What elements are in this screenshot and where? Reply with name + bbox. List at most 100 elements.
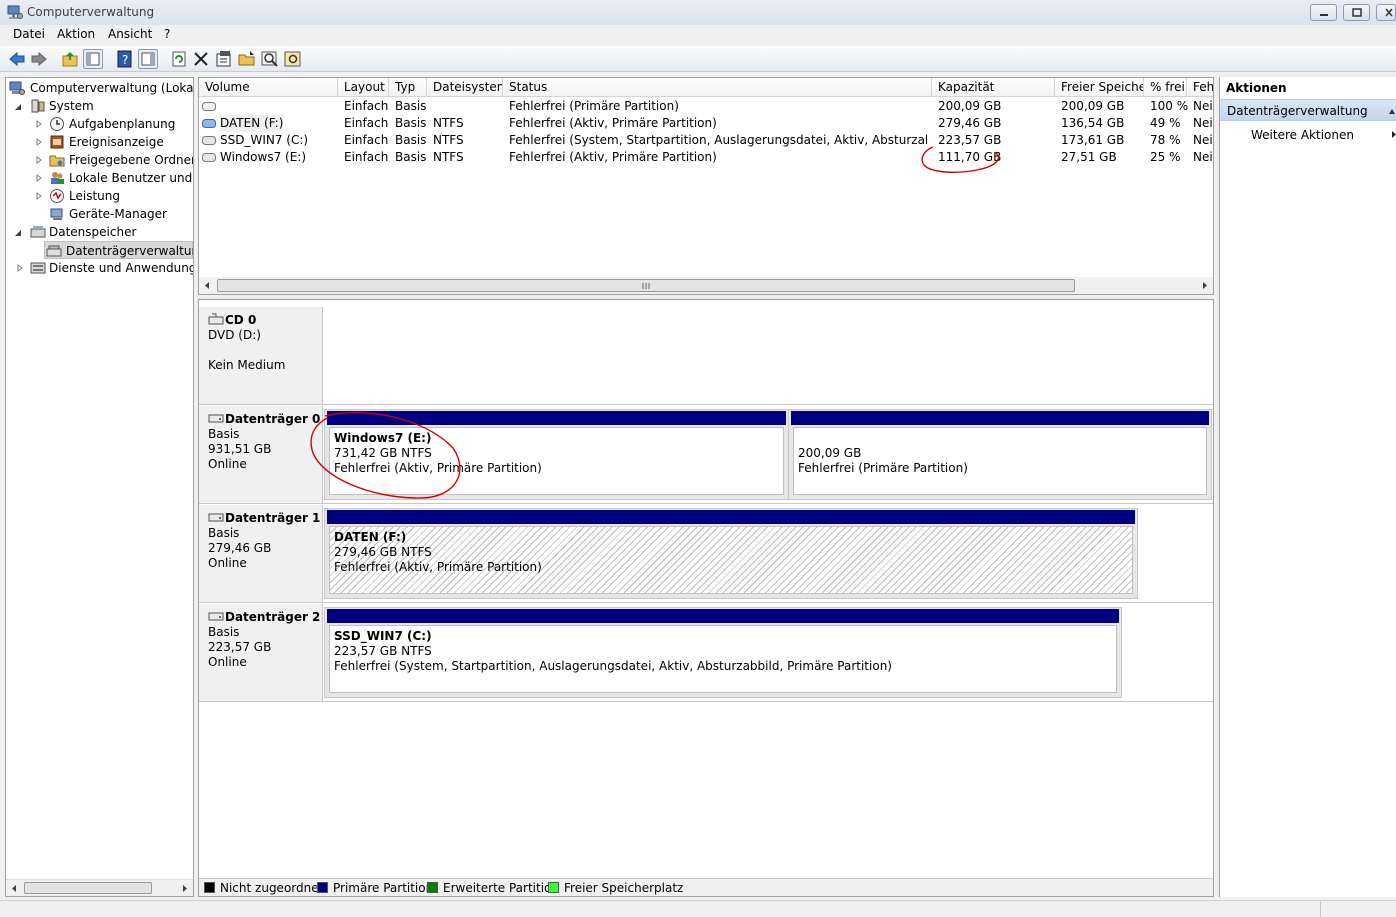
partition-daten[interactable]: DATEN (F:) 279,46 GB NTFS Fehlerfrei (Ak… [324,508,1138,599]
volume-list-horizontal-scrollbar[interactable] [199,277,1213,294]
volume-capacity: 200,09 GB [938,99,1002,113]
col-prozent-frei[interactable]: % frei [1144,78,1187,97]
up-folder-icon[interactable] [60,49,80,69]
volume-percent-free: 49 % [1150,116,1181,130]
volume-filesystem: NTFS [433,133,464,147]
volume-scroll-thumb[interactable] [217,279,1075,292]
task-scheduler-icon [50,117,64,131]
cdrom-drive-icon [208,313,224,325]
weitere-aktionen-link[interactable]: Weitere Aktionen [1251,128,1354,142]
collapsed-arrow-icon[interactable] [35,174,43,182]
disk-name: Datenträger 2 [225,610,321,624]
volume-row[interactable]: Einfach Basis Fehlerfrei (Primäre Partit… [199,98,1213,115]
col-status[interactable]: Status [503,78,932,97]
window-title: Computerverwaltung [27,5,155,19]
col-fehlertoleranz[interactable]: Feh [1187,78,1213,97]
disk-type: Basis [208,526,240,540]
col-volume[interactable]: Volume [199,78,338,97]
scroll-right-icon[interactable] [1201,281,1209,290]
scroll-left-icon[interactable] [203,281,211,290]
close-button[interactable] [1376,4,1396,21]
volume-free-space: 136,54 GB [1061,116,1125,130]
refresh-icon[interactable] [169,49,189,69]
disk-type: Basis [208,625,240,639]
maximize-button[interactable] [1343,4,1370,21]
col-kapazitaet[interactable]: Kapazität [932,78,1055,97]
forward-arrow-icon[interactable] [29,49,49,69]
legend-swatch-primary [317,882,328,893]
collapsed-arrow-icon[interactable] [35,192,43,200]
legend-swatch-unallocated [204,882,215,893]
actions-section-header[interactable]: Datenträgerverwaltung [1220,99,1396,121]
delete-icon[interactable] [191,49,211,69]
back-arrow-icon[interactable] [7,49,27,69]
volume-row[interactable]: SSD_WIN7 (C:) Einfach Basis NTFS Fehlerf… [199,132,1213,149]
tree-item-datentraegerverwaltung[interactable]: Datenträgerverwaltung [44,241,193,259]
menu-datei[interactable]: Datei [13,27,45,41]
disk-management-icon [46,245,62,257]
disk-row-0[interactable]: Datenträger 0 Basis 931,51 GB Online Win… [199,406,1213,504]
volume-layout: Einfach [344,150,389,164]
col-typ[interactable]: Typ [389,78,427,97]
volume-status: Fehlerfrei (System, Startpartition, Ausl… [509,133,927,147]
volume-fault-tolerance: Nein [1193,150,1213,164]
partition-size: 223,57 GB NTFS [334,644,432,658]
open-folder-icon[interactable] [237,49,257,69]
hard-disk-icon [208,414,224,423]
settings-icon[interactable] [283,49,303,69]
services-icon [30,262,46,274]
volume-status: Fehlerfrei (Aktiv, Primäre Partition) [509,150,717,164]
tree-scroll-thumb[interactable] [24,882,152,894]
menu-ansicht[interactable]: Ansicht [108,27,152,41]
properties-icon[interactable] [214,49,234,69]
tree-horizontal-scrollbar[interactable] [6,879,193,896]
partition-size: 279,46 GB NTFS [334,545,432,559]
restore-icon [1352,8,1362,17]
partition-size: 200,09 GB [798,446,862,460]
search-icon[interactable] [260,49,280,69]
show-hide-tree-button[interactable] [83,49,103,69]
volume-layout: Einfach [344,99,389,113]
minimize-button[interactable] [1310,4,1337,21]
volume-row[interactable]: Windows7 (E:) Einfach Basis NTFS Fehlerf… [199,149,1213,166]
volume-capacity: 279,46 GB [938,116,1002,130]
tree-label-datenspeicher: Datenspeicher [49,225,137,239]
tree-label-freigegebene-ordner: Freigegebene Ordner [69,153,194,167]
disk-status: Online [208,655,247,669]
col-freier-speicher[interactable]: Freier Speicher [1055,78,1144,97]
disk-size: 223,57 GB [208,640,272,654]
menu-help[interactable]: ? [164,27,170,41]
collapsed-arrow-icon[interactable] [35,120,43,128]
partition-name [798,431,1206,446]
collapse-up-icon[interactable] [1388,107,1396,115]
collapsed-arrow-icon[interactable] [35,156,43,164]
partition-unnamed[interactable]: 200,09 GB Fehlerfrei (Primäre Partition) [788,409,1212,500]
disk-row-cd0[interactable]: CD 0 DVD (D:) Kein Medium [199,307,1213,405]
disk-row-2[interactable]: Datenträger 2 Basis 223,57 GB Online SSD… [199,604,1213,702]
disk-status: Kein Medium [208,358,286,372]
volume-fault-tolerance: Nein [1193,116,1213,130]
col-dateisystem[interactable]: Dateisystem [427,78,503,97]
disk-row-1[interactable]: Datenträger 1 Basis 279,46 GB Online DAT… [199,505,1213,603]
svg-text:?: ? [122,53,128,67]
volume-row[interactable]: DATEN (F:) Einfach Basis NTFS Fehlerfrei… [199,115,1213,132]
collapsed-arrow-icon[interactable] [35,138,43,146]
collapsed-arrow-icon[interactable] [16,264,24,272]
legend-swatch-extended [427,882,438,893]
expanded-arrow-icon[interactable] [14,229,22,237]
scroll-right-icon[interactable] [181,884,189,893]
submenu-arrow-icon[interactable] [1391,130,1396,139]
partition-name: DATEN (F:) [334,530,407,544]
help-icon[interactable]: ? [115,49,135,69]
show-hide-action-pane-button[interactable] [138,49,158,69]
col-layout[interactable]: Layout [338,78,389,97]
menu-aktion[interactable]: Aktion [57,27,95,41]
disk-spacer [208,343,322,358]
show-hide-tree-icon [86,52,100,66]
system-tools-icon [31,99,45,113]
minimize-icon [1320,14,1328,16]
scroll-left-icon[interactable] [10,884,18,893]
partition-ssd-win7[interactable]: SSD_WIN7 (C:) 223,57 GB NTFS Fehlerfrei … [324,607,1122,698]
expanded-arrow-icon[interactable] [14,103,22,111]
tree-label-system: System [49,99,94,113]
